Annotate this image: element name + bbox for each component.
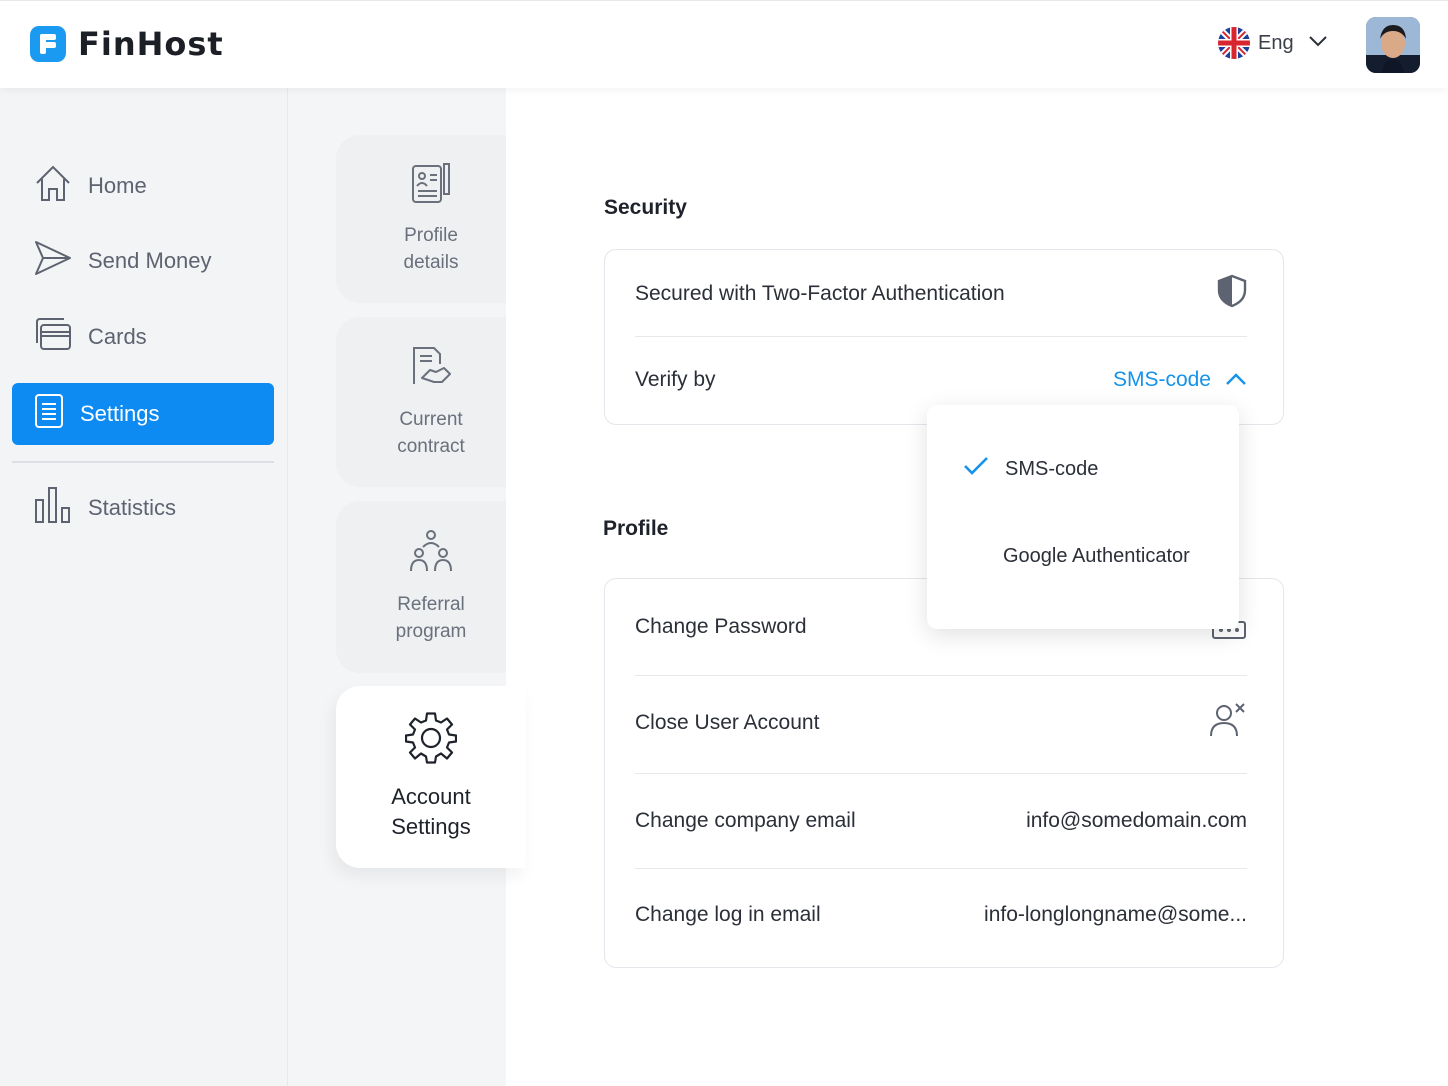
dropdown-option-google-authenticator[interactable]: Google Authenticator — [927, 532, 1239, 580]
sidebar-item-home[interactable]: Home — [12, 155, 274, 217]
language-selector[interactable]: Eng — [1218, 27, 1328, 59]
close-account-label: Close User Account — [635, 711, 820, 734]
dropdown-option-sms[interactable]: SMS-code — [927, 445, 1239, 493]
tab-label-line1: Profile — [404, 225, 458, 246]
tab-current-contract[interactable]: Current contract — [336, 317, 526, 487]
dropdown-option-label: Google Authenticator — [1003, 544, 1190, 567]
security-divider — [635, 336, 1247, 337]
profile-divider — [635, 675, 1247, 676]
tab-label-line2: program — [395, 621, 467, 642]
top-bar: FinHost Eng — [0, 0, 1448, 88]
profile-divider — [635, 868, 1247, 869]
bar-chart-icon — [34, 486, 72, 530]
uk-flag-icon — [1218, 27, 1250, 59]
change-login-email-label: Change log in email — [635, 903, 821, 926]
sidebar-item-label: Home — [88, 173, 147, 198]
profile-title: Profile — [603, 517, 669, 540]
verify-method-value: SMS-code — [1112, 368, 1211, 391]
change-company-email-row[interactable]: Change company email info@somedomain.com — [635, 803, 1247, 839]
home-icon — [34, 163, 72, 209]
chevron-up-icon — [1225, 368, 1247, 392]
verify-method-select[interactable]: SMS-code — [1113, 368, 1247, 392]
cards-icon — [34, 317, 72, 357]
tab-referral-program[interactable]: Referral program — [336, 501, 526, 673]
login-email-value: info-longlongname@some... — [984, 903, 1247, 926]
tab-label-line2: details — [403, 252, 459, 273]
language-label: Eng — [1258, 31, 1294, 54]
sidebar-item-label: Statistics — [88, 495, 177, 520]
profile-card: Change Password Close User Account Chang… — [604, 578, 1284, 968]
dropdown-option-label: SMS-code — [1005, 457, 1099, 480]
settings-doc-icon — [34, 393, 64, 435]
tab-label-line2: Settings — [391, 814, 471, 839]
sidebar-item-settings[interactable]: Settings — [12, 383, 274, 445]
tab-label-line1: Account — [391, 784, 471, 809]
brand-logo[interactable]: FinHost — [30, 25, 224, 63]
tab-account-settings[interactable]: Account Settings — [336, 686, 526, 868]
contract-handshake-icon — [410, 344, 452, 406]
tab-label-line1: Current — [399, 409, 463, 430]
sidebar-item-label: Cards — [88, 324, 147, 349]
brand-name: FinHost — [78, 25, 224, 63]
tab-label-line1: Referral — [397, 594, 465, 615]
security-card: Secured with Two-Factor Authentication V… — [604, 249, 1284, 425]
tab-label-line2: contract — [397, 436, 465, 457]
change-company-email-label: Change company email — [635, 809, 856, 832]
remove-user-icon — [1209, 702, 1247, 744]
shield-icon — [1217, 274, 1247, 314]
verify-by-row: Verify by SMS-code — [635, 362, 1247, 398]
two-factor-label: Secured with Two-Factor Authentication — [635, 282, 1005, 305]
change-password-label: Change Password — [635, 615, 807, 638]
change-login-email-row[interactable]: Change log in email info-longlongname@so… — [635, 897, 1247, 933]
tab-profile-details[interactable]: Profile details — [336, 135, 526, 303]
profile-document-icon — [411, 162, 451, 222]
company-email-value: info@somedomain.com — [1026, 809, 1247, 832]
settings-tabs: Profile details Current contract Referra… — [288, 88, 526, 1086]
sidebar-divider — [12, 461, 274, 463]
verify-method-dropdown: SMS-code Google Authenticator — [927, 405, 1239, 629]
referral-people-icon — [409, 529, 453, 591]
chevron-down-icon — [1308, 34, 1328, 53]
two-factor-row: Secured with Two-Factor Authentication — [635, 274, 1247, 314]
sidebar-item-cards[interactable]: Cards — [12, 306, 274, 368]
verify-by-label: Verify by — [635, 368, 716, 391]
sidebar: Home Send Money Cards Settings Statistic… — [0, 88, 288, 1086]
close-account-row[interactable]: Close User Account — [635, 702, 1247, 744]
finhost-logo-icon — [30, 26, 66, 62]
sidebar-item-send-money[interactable]: Send Money — [12, 230, 274, 292]
sidebar-item-label: Settings — [80, 401, 160, 426]
checkmark-icon — [963, 456, 1005, 482]
security-title: Security — [604, 196, 687, 219]
profile-divider — [635, 773, 1247, 774]
user-avatar[interactable] — [1366, 17, 1420, 73]
sidebar-item-statistics[interactable]: Statistics — [12, 477, 274, 539]
sidebar-item-label: Send Money — [88, 248, 212, 273]
send-icon — [34, 239, 72, 283]
gear-icon — [404, 712, 458, 782]
